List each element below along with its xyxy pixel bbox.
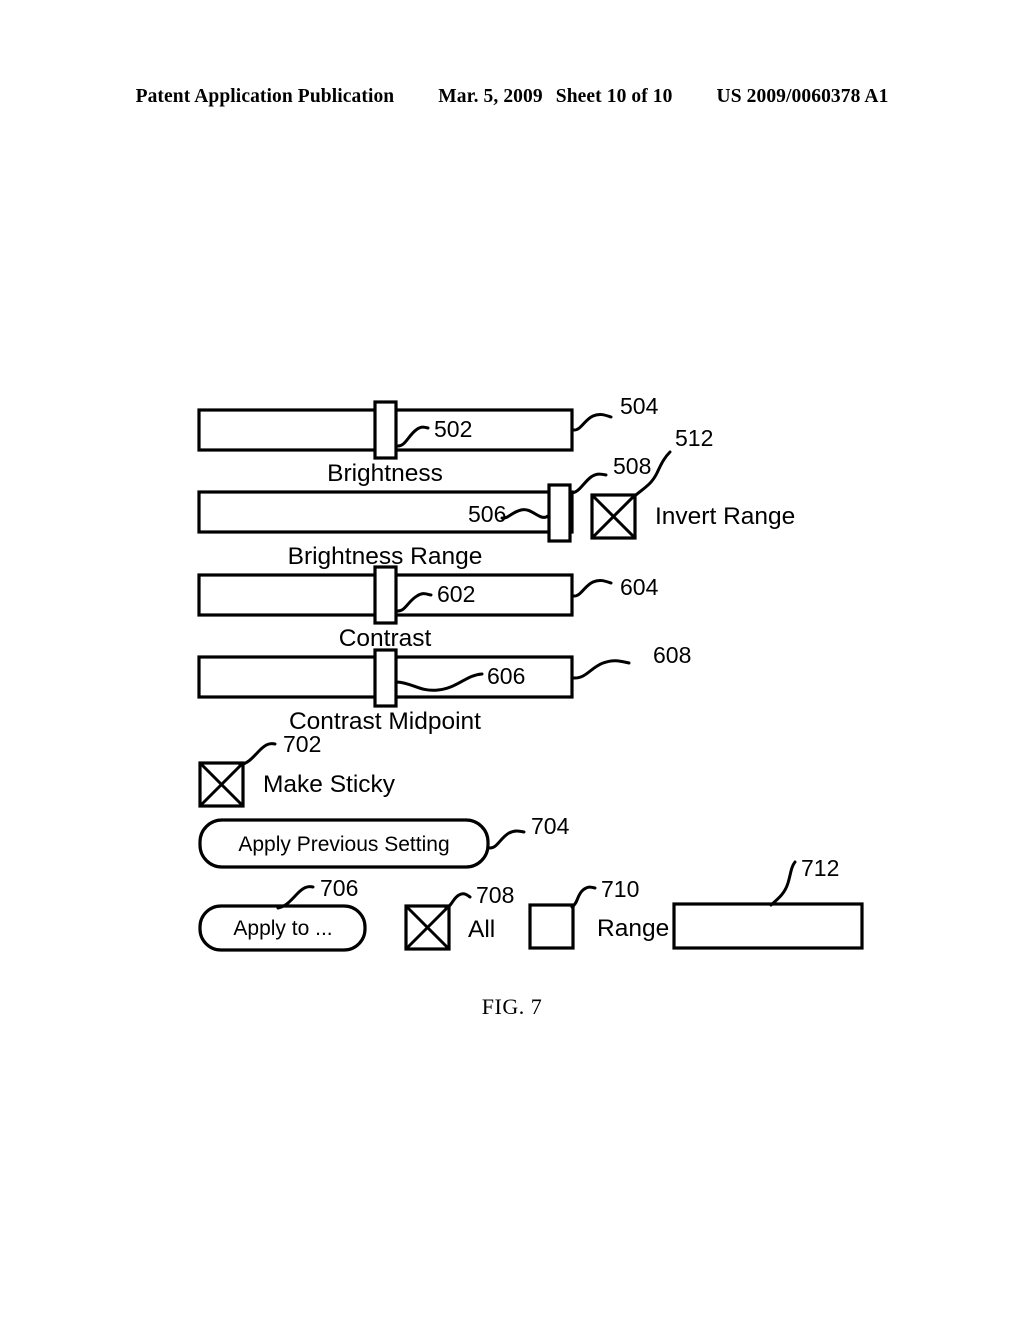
leader-line-608: [571, 659, 631, 680]
figure-7-drawing: 502 504 Brightness 506 508 Brightness Ra…: [197, 393, 864, 952]
slider-brightness-range-thumb[interactable]: [547, 483, 572, 543]
button-apply-previous-setting-label: Apply Previous Setting: [238, 833, 449, 856]
ref-number-708: 708: [476, 882, 514, 908]
checkbox-invert-range-label: Invert Range: [655, 503, 795, 530]
ref-number-602: 602: [437, 581, 475, 607]
ref-number-512: 512: [675, 425, 713, 451]
ref-number-606: 606: [487, 663, 525, 689]
slider-contrast-label: Contrast: [339, 625, 432, 652]
checkbox-make-sticky-label: Make Sticky: [263, 771, 396, 798]
range-value-field-box[interactable]: [672, 902, 864, 950]
figure-caption: FIG. 7: [481, 994, 543, 1019]
slider-contrast[interactable]: 602 604 Contrast: [197, 565, 659, 652]
ref-number-604: 604: [620, 574, 659, 600]
slider-contrast-thumb[interactable]: [373, 565, 398, 625]
checkbox-range-box[interactable]: [528, 903, 575, 950]
ref-number-504: 504: [620, 393, 659, 419]
checkbox-range-label: Range: [597, 915, 669, 942]
checkbox-make-sticky[interactable]: 702 Make Sticky: [198, 731, 396, 808]
leader-line-704: [487, 829, 526, 850]
ref-number-506: 506: [468, 501, 506, 527]
leader-line-702: [238, 742, 277, 767]
range-value-field[interactable]: 712: [672, 855, 864, 950]
ref-number-704: 704: [531, 813, 570, 839]
checkbox-invert-range[interactable]: 512 Invert Range: [590, 425, 795, 540]
leader-line-508: [569, 472, 608, 495]
button-apply-previous-setting[interactable]: 704 Apply Previous Setting: [198, 813, 570, 869]
leader-line-504: [571, 412, 613, 432]
leader-line-708: [444, 892, 472, 910]
leader-line-604: [571, 578, 613, 598]
checkbox-all-label: All: [468, 916, 495, 943]
checkbox-all[interactable]: 708 All: [404, 882, 514, 951]
button-apply-to-label: Apply to ...: [233, 917, 332, 940]
ref-number-608: 608: [653, 642, 691, 668]
ref-number-712: 712: [801, 855, 839, 881]
ref-number-710: 710: [601, 876, 639, 902]
ref-number-508: 508: [613, 453, 651, 479]
checkbox-range[interactable]: 710 Range: [528, 876, 669, 950]
leader-line-710: [570, 885, 597, 909]
leader-line-712: [769, 860, 797, 907]
ref-number-706: 706: [320, 875, 358, 901]
slider-contrast-midpoint[interactable]: 606 608 Contrast Midpoint: [197, 642, 691, 735]
ref-number-702: 702: [283, 731, 321, 757]
button-apply-to[interactable]: 706 Apply to ...: [198, 875, 367, 952]
slider-brightness-label: Brightness: [327, 460, 443, 487]
slider-contrast-midpoint-thumb[interactable]: [373, 648, 398, 708]
patent-page: Patent Application Publication Mar. 5, 2…: [0, 0, 1024, 1320]
slider-brightness-thumb[interactable]: [373, 400, 398, 460]
slider-brightness[interactable]: 502 504 Brightness: [197, 393, 659, 487]
ref-number-502: 502: [434, 416, 472, 442]
